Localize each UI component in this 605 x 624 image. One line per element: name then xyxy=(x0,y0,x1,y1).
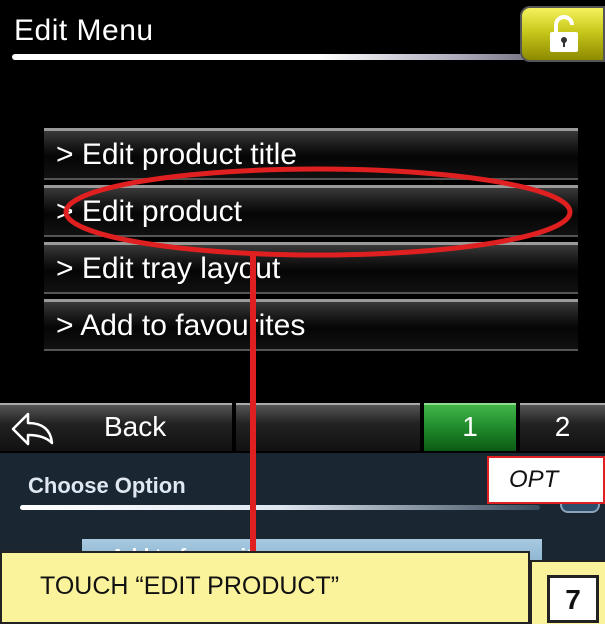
instruction-callout: TOUCH “EDIT PRODUCT” xyxy=(0,551,530,624)
choose-option-title: Choose Option xyxy=(28,473,186,498)
menu-item-label: > Edit product xyxy=(56,195,242,228)
edit-menu-list: > Edit product title > Edit product > Ed… xyxy=(44,128,578,356)
back-button-label: Back xyxy=(104,411,167,442)
page-2-button[interactable]: 2 xyxy=(520,403,605,451)
menu-item-add-to-favourites[interactable]: > Add to favourites xyxy=(44,299,578,351)
back-arrow-icon xyxy=(11,412,54,446)
menu-item-label: > Edit product title xyxy=(56,138,297,171)
nav-bar-spacer xyxy=(236,403,420,451)
page-1-button[interactable]: 1 xyxy=(424,403,516,451)
menu-item-edit-product[interactable]: > Edit product xyxy=(44,185,578,237)
preview-divider xyxy=(20,505,540,510)
lock-button[interactable] xyxy=(520,6,605,62)
page-title: Edit Menu xyxy=(14,14,154,47)
header-divider xyxy=(12,54,572,60)
menu-item-edit-tray-layout[interactable]: > Edit tray layout xyxy=(44,242,578,294)
menu-item-edit-product-title[interactable]: > Edit product title xyxy=(44,128,578,180)
menu-item-label: > Add to favourites xyxy=(56,309,306,342)
bottom-nav-bar: Back 1 2 xyxy=(0,403,605,453)
menu-item-label: > Edit tray layout xyxy=(56,252,281,285)
unlock-icon xyxy=(550,15,578,52)
back-button[interactable]: Back xyxy=(0,403,232,451)
step-number: 7 xyxy=(547,575,599,623)
device-screen: Edit Menu > Edit product title > Edit pr… xyxy=(0,0,605,624)
option-callout: OPT xyxy=(487,456,605,504)
